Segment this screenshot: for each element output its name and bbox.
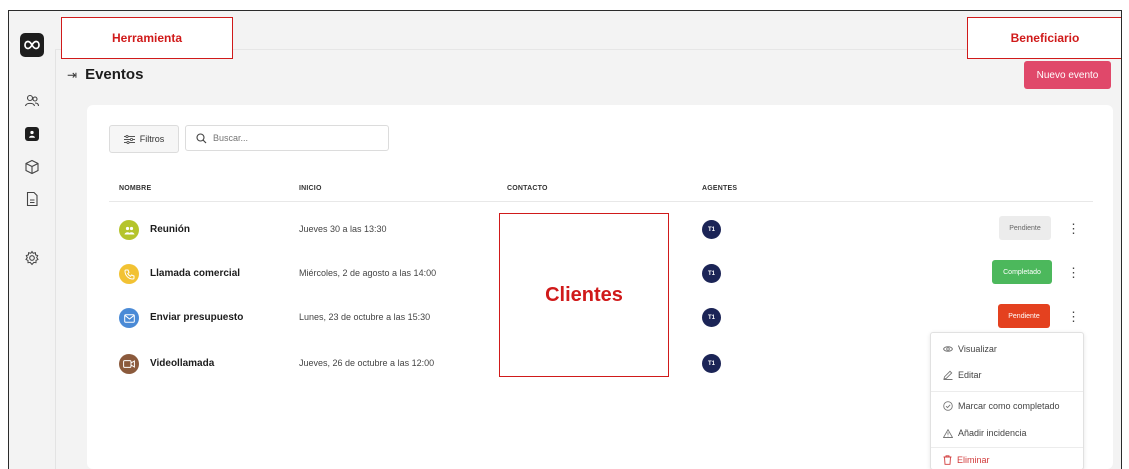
header-divider [109,201,1093,202]
column-header-name[interactable]: NOMBRE [119,185,151,192]
event-name: Llamada comercial [150,268,241,279]
infinity-logo-icon[interactable] [20,33,44,57]
users-icon[interactable] [24,93,40,109]
mail-icon [119,308,139,328]
menu-item-label: Editar [958,370,982,380]
document-icon[interactable] [24,191,40,207]
event-name: Reunión [150,224,190,235]
eye-icon [943,346,953,352]
status-badge[interactable]: Completado [992,260,1052,284]
menu-divider [931,391,1083,392]
page-title: Eventos [85,66,144,83]
menu-item-label: Marcar como completado [958,401,1060,411]
annotation-beneficiary: Beneficiario [967,17,1121,59]
status-badge[interactable]: Pendiente [998,304,1050,328]
agent-avatar[interactable]: T1 [702,308,721,327]
more-options-icon[interactable]: ⋮ [1067,308,1080,326]
sidebar [9,11,56,469]
menu-item-view[interactable]: Visualizar [943,339,997,359]
event-start: Jueves 30 a las 13:30 [299,224,387,234]
menu-item-label: Añadir incidencia [958,428,1027,438]
new-event-button[interactable]: Nuevo evento [1024,61,1111,89]
app-window: ⇥ Eventos Nuevo evento Filtros NOMBRE IN… [8,10,1122,469]
menu-item-add-incident[interactable]: Añadir incidencia [943,423,1027,443]
meeting-icon [119,220,139,240]
page-header: ⇥ Eventos [67,66,143,83]
agent-avatar[interactable]: T1 [702,264,721,283]
edit-icon [943,370,953,380]
more-options-icon[interactable]: ⋮ [1067,220,1080,238]
more-options-icon[interactable]: ⋮ [1067,264,1080,282]
row-context-menu: Visualizar Editar Marcar como completado… [930,332,1084,469]
trash-icon [943,455,952,465]
contact-book-icon[interactable] [25,127,39,141]
status-badge[interactable]: Pendiente [999,216,1051,240]
event-start: Lunes, 23 de octubre a las 15:30 [299,312,431,322]
phone-icon [119,264,139,284]
menu-item-edit[interactable]: Editar [943,365,982,385]
search-icon [196,132,207,143]
annotation-tool: Herramienta [61,17,233,59]
agent-avatar[interactable]: T1 [702,220,721,239]
annotation-clients: Clientes [499,213,669,377]
menu-item-delete[interactable]: Eliminar [943,450,990,469]
column-header-start[interactable]: INICIO [299,185,322,192]
menu-item-mark-complete[interactable]: Marcar como completado [943,396,1060,416]
event-name: Videollamada [150,358,215,369]
menu-item-label: Visualizar [958,344,997,354]
filter-sliders-icon [123,134,135,144]
warning-icon [943,428,953,438]
settings-icon[interactable] [24,250,40,266]
cube-icon[interactable] [24,159,40,175]
search-box[interactable] [185,125,389,151]
search-input[interactable] [213,133,363,143]
filters-label: Filtros [139,134,165,144]
collapse-sidebar-icon[interactable]: ⇥ [67,68,77,82]
check-circle-icon [943,401,953,411]
event-name: Enviar presupuesto [150,312,244,323]
filters-button[interactable]: Filtros [109,125,179,153]
event-start: Jueves, 26 de octubre a las 12:00 [299,358,435,368]
column-header-agents[interactable]: AGENTES [702,185,737,192]
event-start: Miércoles, 2 de agosto a las 14:00 [299,268,437,278]
agent-avatar[interactable]: T1 [702,354,721,373]
menu-item-label: Eliminar [957,455,990,465]
video-icon [119,354,139,374]
menu-divider [931,447,1083,448]
column-header-contact[interactable]: CONTACTO [507,185,548,192]
